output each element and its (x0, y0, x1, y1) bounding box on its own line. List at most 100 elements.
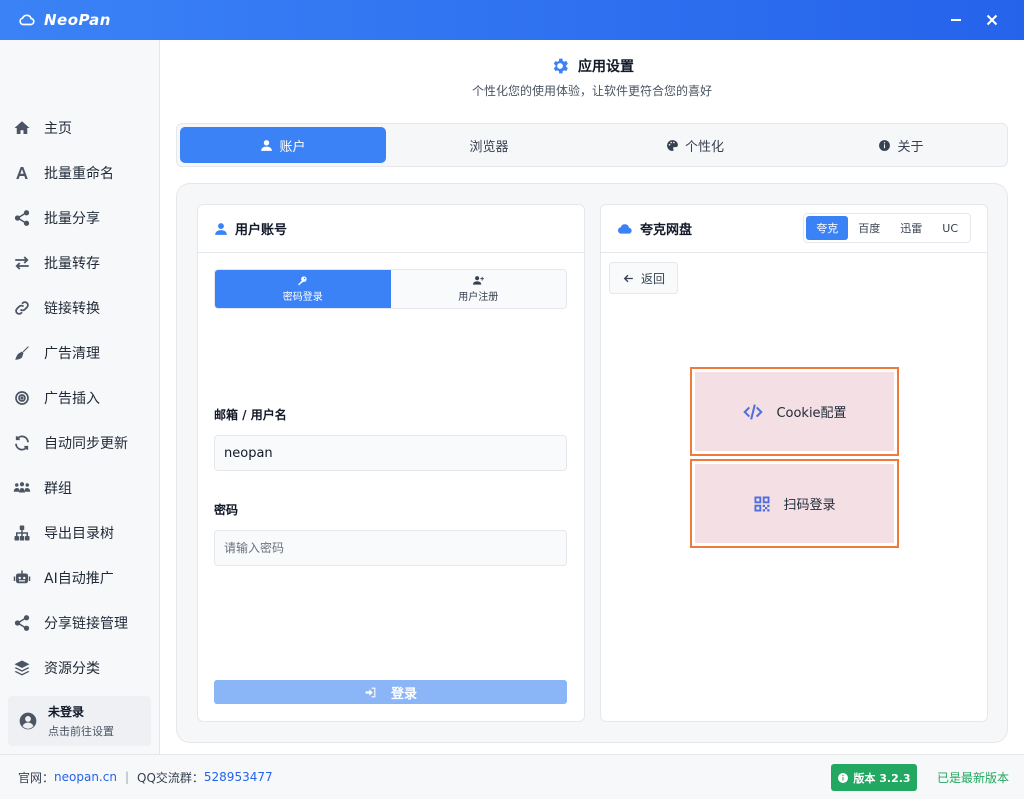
title-bar: NeoPan (0, 0, 1024, 40)
user-icon (215, 222, 227, 235)
sidebar-nav: 主页 批量重命名 批量分享 批量转存 链接转换 广告清理 广告插入 自动同步更新… (0, 105, 159, 690)
sidebar-item-groups[interactable]: 群组 (0, 465, 159, 510)
page-subtitle: 个性化您的使用体验，让软件更符合您的喜好 (471, 84, 712, 98)
user-card[interactable]: 未登录 点击前往设置 (8, 696, 151, 746)
sidebar-item-label: 资源分类 (44, 660, 100, 677)
cloud-drive-title: 夸克网盘 (640, 223, 693, 238)
page-title-text: 应用设置 (578, 59, 634, 75)
version-badge[interactable]: 版本 3.2.3 (831, 764, 917, 791)
sidebar-item-export-tree[interactable]: 导出目录树 (0, 510, 159, 555)
qq-label: QQ交流群： (137, 770, 204, 785)
provider-tab-uc[interactable]: UC (932, 216, 968, 240)
password-login-tab[interactable]: 密码登录 (215, 270, 391, 308)
close-icon (986, 14, 998, 26)
sign-in-icon (365, 687, 376, 697)
provider-tabs: 夸克 百度 迅雷 UC (803, 213, 971, 243)
sidebar-item-label: 主页 (44, 120, 72, 137)
palette-icon (667, 139, 678, 151)
account-card: 用户账号 密码登录 用户注册 邮箱 / 用户名 密码 登录 (197, 204, 585, 722)
cookie-config-button[interactable]: Cookie配置 (690, 367, 899, 456)
sidebar-item-home[interactable]: 主页 (0, 105, 159, 150)
login-mode-switch: 密码登录 用户注册 (214, 269, 567, 309)
cloud-icon (19, 14, 35, 26)
qrcode-icon (754, 496, 770, 511)
sidebar-item-batch-share[interactable]: 批量分享 (0, 195, 159, 240)
tab-personalize[interactable]: 个性化 (592, 127, 798, 163)
info-icon (838, 772, 849, 783)
sidebar-item-label: 批量分享 (44, 210, 100, 227)
password-label: 密码 (214, 503, 239, 517)
sidebar-item-label: 分享链接管理 (44, 615, 128, 632)
login-button[interactable]: 登录 (214, 680, 567, 704)
cloud-icon (617, 223, 632, 234)
link-icon (12, 298, 32, 318)
sidebar: 主页 批量重命名 批量分享 批量转存 链接转换 广告清理 广告插入 自动同步更新… (0, 40, 160, 754)
mode-label: 用户注册 (458, 292, 499, 303)
sidebar-item-label: AI自动推广 (44, 570, 114, 587)
qr-login-button[interactable]: 扫码登录 (690, 459, 899, 548)
app-brand: NeoPan (18, 11, 111, 29)
settings-content: 用户账号 密码登录 用户注册 邮箱 / 用户名 密码 登录 (176, 183, 1008, 743)
sidebar-item-label: 批量重命名 (44, 165, 114, 182)
home-icon (12, 118, 32, 138)
tab-about[interactable]: 关于 (798, 127, 1004, 163)
back-button[interactable]: 返回 (609, 262, 678, 294)
arrow-left-icon (623, 274, 633, 282)
register-tab[interactable]: 用户注册 (390, 270, 566, 308)
font-icon (12, 163, 32, 183)
provider-tab-quark[interactable]: 夸克 (806, 216, 849, 240)
tab-label: 个性化 (684, 139, 724, 155)
qq-group-link[interactable]: 528953477 (204, 770, 273, 784)
provider-tab-xunlei[interactable]: 迅雷 (890, 216, 932, 240)
sidebar-item-resource-category[interactable]: 资源分类 (0, 645, 159, 690)
app-name: NeoPan (44, 11, 111, 29)
cloud-drive-card-header: 夸克网盘 夸克 百度 迅雷 UC (601, 205, 987, 253)
tab-label: 关于 (897, 139, 924, 155)
sidebar-item-ad-clean[interactable]: 广告清理 (0, 330, 159, 375)
layers-icon (12, 658, 32, 678)
sidebar-item-label: 自动同步更新 (44, 435, 128, 452)
user-hint: 点击前往设置 (48, 725, 114, 738)
robot-icon (12, 568, 32, 588)
main-area: 应用设置 个性化您的使用体验，让软件更符合您的喜好 账户 浏览器 个性化 关于 … (160, 40, 1024, 754)
footer-divider: | (124, 770, 129, 784)
close-button[interactable] (974, 0, 1010, 40)
broom-icon (12, 343, 32, 363)
tab-browser[interactable]: 浏览器 (386, 127, 592, 163)
user-icon (261, 139, 273, 151)
cloud-drive-card: 夸克网盘 夸克 百度 迅雷 UC 返回 Cookie配置 扫码登录 (600, 204, 988, 722)
site-label: 官网： (18, 770, 55, 785)
sidebar-item-link-convert[interactable]: 链接转换 (0, 285, 159, 330)
minimize-button[interactable] (938, 0, 974, 40)
user-info: 未登录 点击前往设置 (48, 703, 114, 739)
sidebar-item-ai-promote[interactable]: AI自动推广 (0, 555, 159, 600)
sidebar-item-label: 广告插入 (44, 390, 100, 407)
sidebar-item-auto-sync[interactable]: 自动同步更新 (0, 420, 159, 465)
target-icon (12, 388, 32, 408)
account-card-title: 用户账号 (235, 223, 288, 238)
info-icon (879, 139, 891, 151)
sidebar-item-label: 群组 (44, 480, 72, 497)
password-input[interactable] (214, 530, 567, 566)
tab-account[interactable]: 账户 (180, 127, 386, 163)
sidebar-item-ad-insert[interactable]: 广告插入 (0, 375, 159, 420)
code-icon (743, 403, 764, 420)
tab-label: 浏览器 (469, 139, 509, 155)
gear-icon (553, 58, 568, 74)
sidebar-item-label: 批量转存 (44, 255, 100, 272)
key-icon (298, 276, 307, 286)
login-button-label: 登录 (390, 686, 417, 702)
exchange-icon (12, 253, 32, 273)
qr-login-inner: 扫码登录 (695, 464, 894, 543)
site-link[interactable]: neopan.cn (54, 770, 117, 784)
cookie-config-label: Cookie配置 (776, 406, 847, 421)
group-icon (12, 478, 32, 498)
provider-tab-baidu[interactable]: 百度 (848, 216, 890, 240)
sidebar-item-share-link-manage[interactable]: 分享链接管理 (0, 600, 159, 645)
username-input[interactable] (214, 435, 567, 471)
status-footer: 官网： neopan.cn | QQ交流群： 528953477 版本 3.2.… (0, 754, 1024, 799)
version-label: 版本 3.2.3 (853, 771, 911, 785)
sidebar-item-batch-transfer[interactable]: 批量转存 (0, 240, 159, 285)
sidebar-item-label: 广告清理 (44, 345, 100, 362)
sidebar-item-batch-rename[interactable]: 批量重命名 (0, 150, 159, 195)
